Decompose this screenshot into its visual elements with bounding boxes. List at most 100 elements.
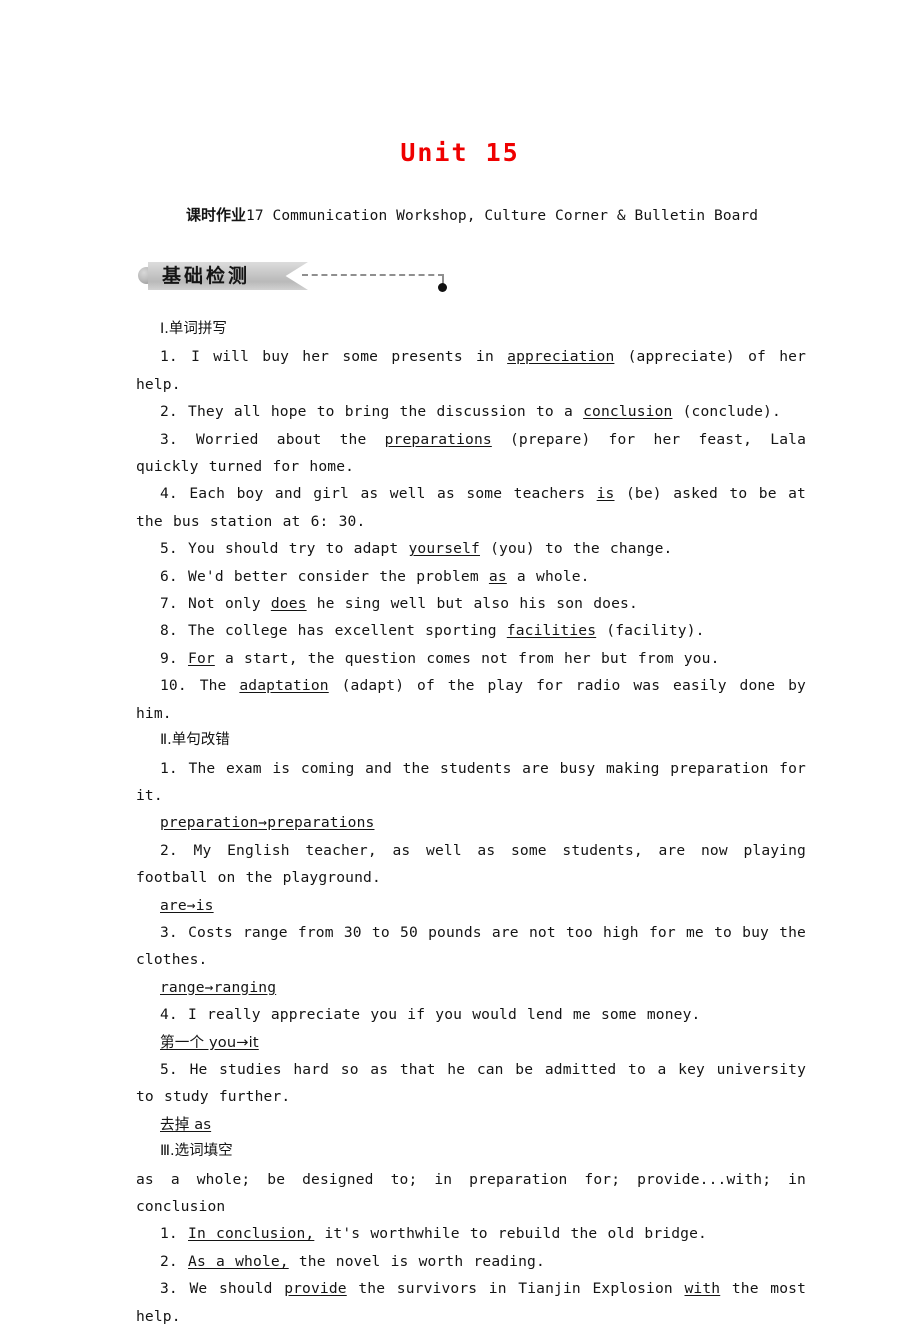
- worksheet-page: Unit 15 课时作业17 Communication Workshop, C…: [0, 0, 920, 1325]
- item-number: 8.: [160, 622, 178, 640]
- question-item: 6. We'd better consider the problem as a…: [136, 563, 806, 590]
- item-post: a start, the question comes not from her…: [214, 649, 720, 667]
- item-number: 2.: [160, 841, 178, 859]
- item-number: 4.: [160, 485, 178, 503]
- item-answer: appreciation: [507, 348, 615, 366]
- item-pre: They all hope to bring the discussion to…: [188, 403, 584, 421]
- question-item: 3. We should provide the survivors in Ti…: [136, 1275, 806, 1330]
- item-number: 3.: [160, 430, 178, 448]
- item-number: 9.: [160, 649, 178, 667]
- correction-text: preparation→preparations: [160, 814, 375, 832]
- question-item: 4. I really appreciate you if you would …: [136, 1001, 806, 1028]
- assignment-prefix-label: 课时作业: [186, 206, 247, 224]
- question-item: 4. Each boy and girl as well as some tea…: [136, 480, 806, 535]
- question-item: 1. The exam is coming and the students a…: [136, 755, 806, 810]
- item-post: (you) to the change.: [479, 540, 673, 558]
- correction-text: 第一个 you→it: [160, 1033, 259, 1051]
- item-post: he sing well but also his son does.: [306, 595, 638, 613]
- item-number: 1.: [160, 759, 178, 777]
- banner-label: 基础检测: [162, 265, 251, 287]
- item-answer: yourself: [408, 540, 480, 558]
- question-item: 5. He studies hard so as that he can be …: [136, 1056, 806, 1111]
- item-pre: You should try to adapt: [188, 540, 409, 558]
- item-pre: We should: [189, 1280, 285, 1298]
- item-pre: We'd better consider the problem: [188, 567, 489, 585]
- section-banner: 基础检测: [136, 258, 816, 300]
- question-item: 7. Not only does he sing well but also h…: [136, 590, 806, 617]
- item-answer: In conclusion,: [188, 1225, 315, 1243]
- correction-answer: 第一个 you→it: [136, 1029, 806, 1056]
- item-sentence: The exam is coming and the students are …: [136, 759, 806, 804]
- item-number: 4.: [160, 1006, 178, 1024]
- item-pre: I will buy her some presents in: [191, 348, 508, 366]
- item-answer-2: with: [684, 1280, 721, 1298]
- question-item: 3. Worried about the preparations (prepa…: [136, 426, 806, 481]
- question-item: 3. Costs range from 30 to 50 pounds are …: [136, 919, 806, 974]
- item-sentence: I really appreciate you if you would len…: [188, 1006, 701, 1024]
- item-pre: Each boy and girl as well as some teache…: [189, 485, 597, 503]
- correction-answer: 去掉 as: [136, 1111, 806, 1138]
- item-number: 5.: [160, 1060, 178, 1078]
- item-post: (conclude).: [672, 403, 781, 421]
- question-item: 9. For a start, the question comes not f…: [136, 645, 806, 672]
- item-number: 5.: [160, 540, 178, 558]
- item-number: 3.: [160, 923, 178, 941]
- worksheet-body: Ⅰ.单词拼写 1. I will buy her some presents i…: [136, 316, 806, 1330]
- item-sentence: He studies hard so as that he can be adm…: [136, 1060, 807, 1106]
- item-number: 1.: [160, 348, 178, 366]
- assignment-subtitle: 课时作业17 Communication Workshop, Culture C…: [186, 205, 826, 226]
- item-answer: conclusion: [583, 403, 673, 421]
- item-answer: as: [488, 567, 507, 585]
- correction-answer: are→is: [136, 892, 806, 919]
- question-item: 5. You should try to adapt yourself (you…: [136, 535, 806, 562]
- item-number: 7.: [160, 595, 178, 613]
- question-item: 8. The college has excellent sporting fa…: [136, 617, 806, 644]
- item-sentence: Costs range from 30 to 50 pounds are not…: [136, 923, 806, 969]
- correction-text: 去掉 as: [160, 1115, 212, 1133]
- correction-answer: range→ranging: [136, 974, 806, 1001]
- section-numeral-3: Ⅲ: [160, 1143, 170, 1160]
- section-heading-1: Ⅰ.单词拼写: [136, 316, 806, 343]
- dashed-line-icon: [302, 274, 444, 276]
- question-item: 10. The adaptation (adapt) of the play f…: [136, 672, 806, 727]
- item-number: 2.: [160, 403, 178, 421]
- item-number: 3.: [160, 1280, 178, 1298]
- item-answer: does: [270, 595, 307, 613]
- item-post: a whole.: [506, 567, 590, 585]
- item-number: 2.: [160, 1252, 178, 1270]
- question-item: 2. As a whole, the novel is worth readin…: [136, 1248, 806, 1275]
- item-pre: The college has excellent sporting: [188, 622, 507, 640]
- word-bank: as a whole; be designed to; in preparati…: [136, 1170, 806, 1215]
- item-post: it's worthwhile to rebuild the old bridg…: [314, 1225, 707, 1243]
- item-answer: For: [188, 649, 215, 667]
- item-answer: adaptation: [239, 677, 329, 695]
- item-number: 6.: [160, 567, 178, 585]
- assignment-title-label: 17 Communication Workshop, Culture Corne…: [246, 208, 759, 224]
- section-title-3: .选词填空: [170, 1143, 233, 1160]
- section-heading-2: Ⅱ.单句改错: [136, 727, 806, 754]
- correction-answer: preparation→preparations: [136, 809, 806, 836]
- page-title: Unit 15: [400, 138, 520, 167]
- item-pre: The: [199, 677, 240, 695]
- section-heading-3: Ⅲ.选词填空: [136, 1138, 806, 1165]
- item-pre: Not only: [188, 595, 271, 613]
- item-answer: provide: [284, 1280, 347, 1298]
- item-answer: As a whole,: [188, 1252, 289, 1270]
- item-answer: preparations: [384, 430, 492, 448]
- item-post: (facility).: [596, 622, 705, 640]
- section-title-1: .单词拼写: [164, 321, 227, 337]
- endpoint-dot-icon: [438, 283, 447, 292]
- item-post: the novel is worth reading.: [288, 1252, 545, 1270]
- question-item: 1. In conclusion, it's worthwhile to reb…: [136, 1220, 806, 1247]
- section-title-2: .单句改错: [167, 732, 230, 749]
- correction-text: are→is: [160, 896, 214, 914]
- item-sentence: My English teacher, as well as some stud…: [136, 841, 806, 887]
- item-pre: Worried about the: [196, 430, 385, 448]
- item-number: 1.: [160, 1225, 178, 1243]
- item-post: the survivors in Tianjin Explosion: [346, 1280, 685, 1298]
- item-answer: facilities: [506, 622, 597, 640]
- question-item: 2. They all hope to bring the discussion…: [136, 398, 806, 425]
- correction-text: range→ranging: [160, 978, 277, 996]
- question-item: 1. I will buy her some presents in appre…: [136, 343, 806, 398]
- item-answer: is: [596, 485, 615, 503]
